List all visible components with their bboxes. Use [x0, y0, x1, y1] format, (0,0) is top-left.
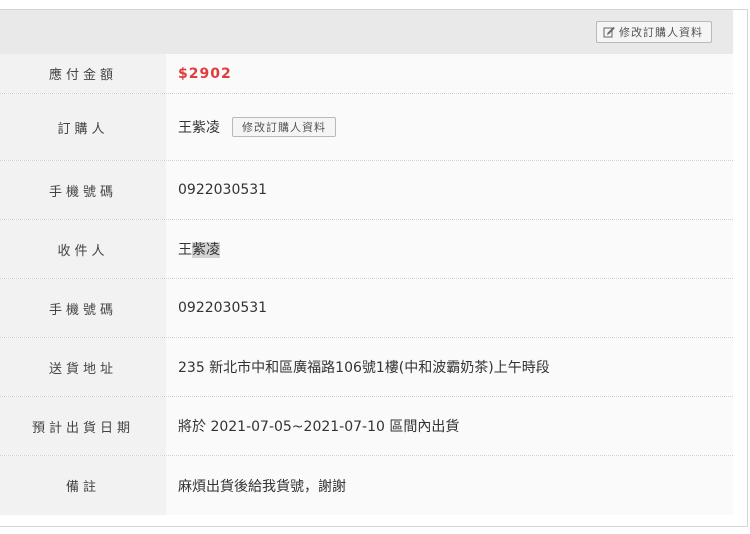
amount-label: 應付金額: [0, 54, 166, 93]
table-row-note: 備註 麻煩出貨後給我貨號，謝謝: [0, 456, 733, 515]
order-info-panel: 修改訂購人資料 應付金額 $2902 訂購人 王紫凌 修改訂購人資料 手機號碼 …: [0, 9, 748, 527]
buyer-phone-value: 0922030531: [178, 182, 268, 198]
table-row-amount: 應付金額 $2902: [0, 54, 733, 94]
recipient-name[interactable]: 王紫凌: [178, 239, 220, 259]
panel-header: 修改訂購人資料: [0, 10, 733, 54]
amount-value: $2902: [178, 65, 232, 82]
table-row-buyer-phone: 手機號碼 0922030531: [0, 161, 733, 220]
buyer-label: 訂購人: [0, 94, 166, 160]
address-label: 送貨地址: [0, 338, 166, 396]
edit-buyer-inline-button[interactable]: 修改訂購人資料: [232, 117, 336, 137]
buyer-phone-label: 手機號碼: [0, 161, 166, 219]
recipient-phone-label: 手機號碼: [0, 279, 166, 337]
buyer-name: 王紫凌: [178, 120, 220, 136]
table-row-ship-date: 預計出貨日期 將於 2021-07-05~2021-07-10 區間內出貨: [0, 397, 733, 456]
note-value: 麻煩出貨後給我貨號，謝謝: [178, 478, 346, 495]
recipient-phone-value: 0922030531: [178, 300, 268, 316]
ship-date-label: 預計出貨日期: [0, 397, 166, 455]
table-row-address: 送貨地址 235 新北市中和區廣福路106號1樓(中和波霸奶茶)上午時段: [0, 338, 733, 397]
edit-buyer-info-button[interactable]: 修改訂購人資料: [596, 21, 712, 43]
order-detail-table: 應付金額 $2902 訂購人 王紫凌 修改訂購人資料 手機號碼 09220305…: [0, 54, 733, 515]
recipient-label: 收件人: [0, 220, 166, 278]
edit-buyer-info-label: 修改訂購人資料: [619, 26, 703, 39]
address-value: 235 新北市中和區廣福路106號1樓(中和波霸奶茶)上午時段: [178, 360, 550, 376]
selected-text: 紫凌: [192, 242, 220, 258]
pencil-square-icon: [603, 26, 615, 38]
note-label: 備註: [0, 456, 166, 515]
table-row-recipient-phone: 手機號碼 0922030531: [0, 279, 733, 338]
ship-date-value: 將於 2021-07-05~2021-07-10 區間內出貨: [178, 419, 460, 435]
table-row-recipient: 收件人 王紫凌: [0, 220, 733, 279]
table-row-buyer: 訂購人 王紫凌 修改訂購人資料: [0, 94, 733, 161]
